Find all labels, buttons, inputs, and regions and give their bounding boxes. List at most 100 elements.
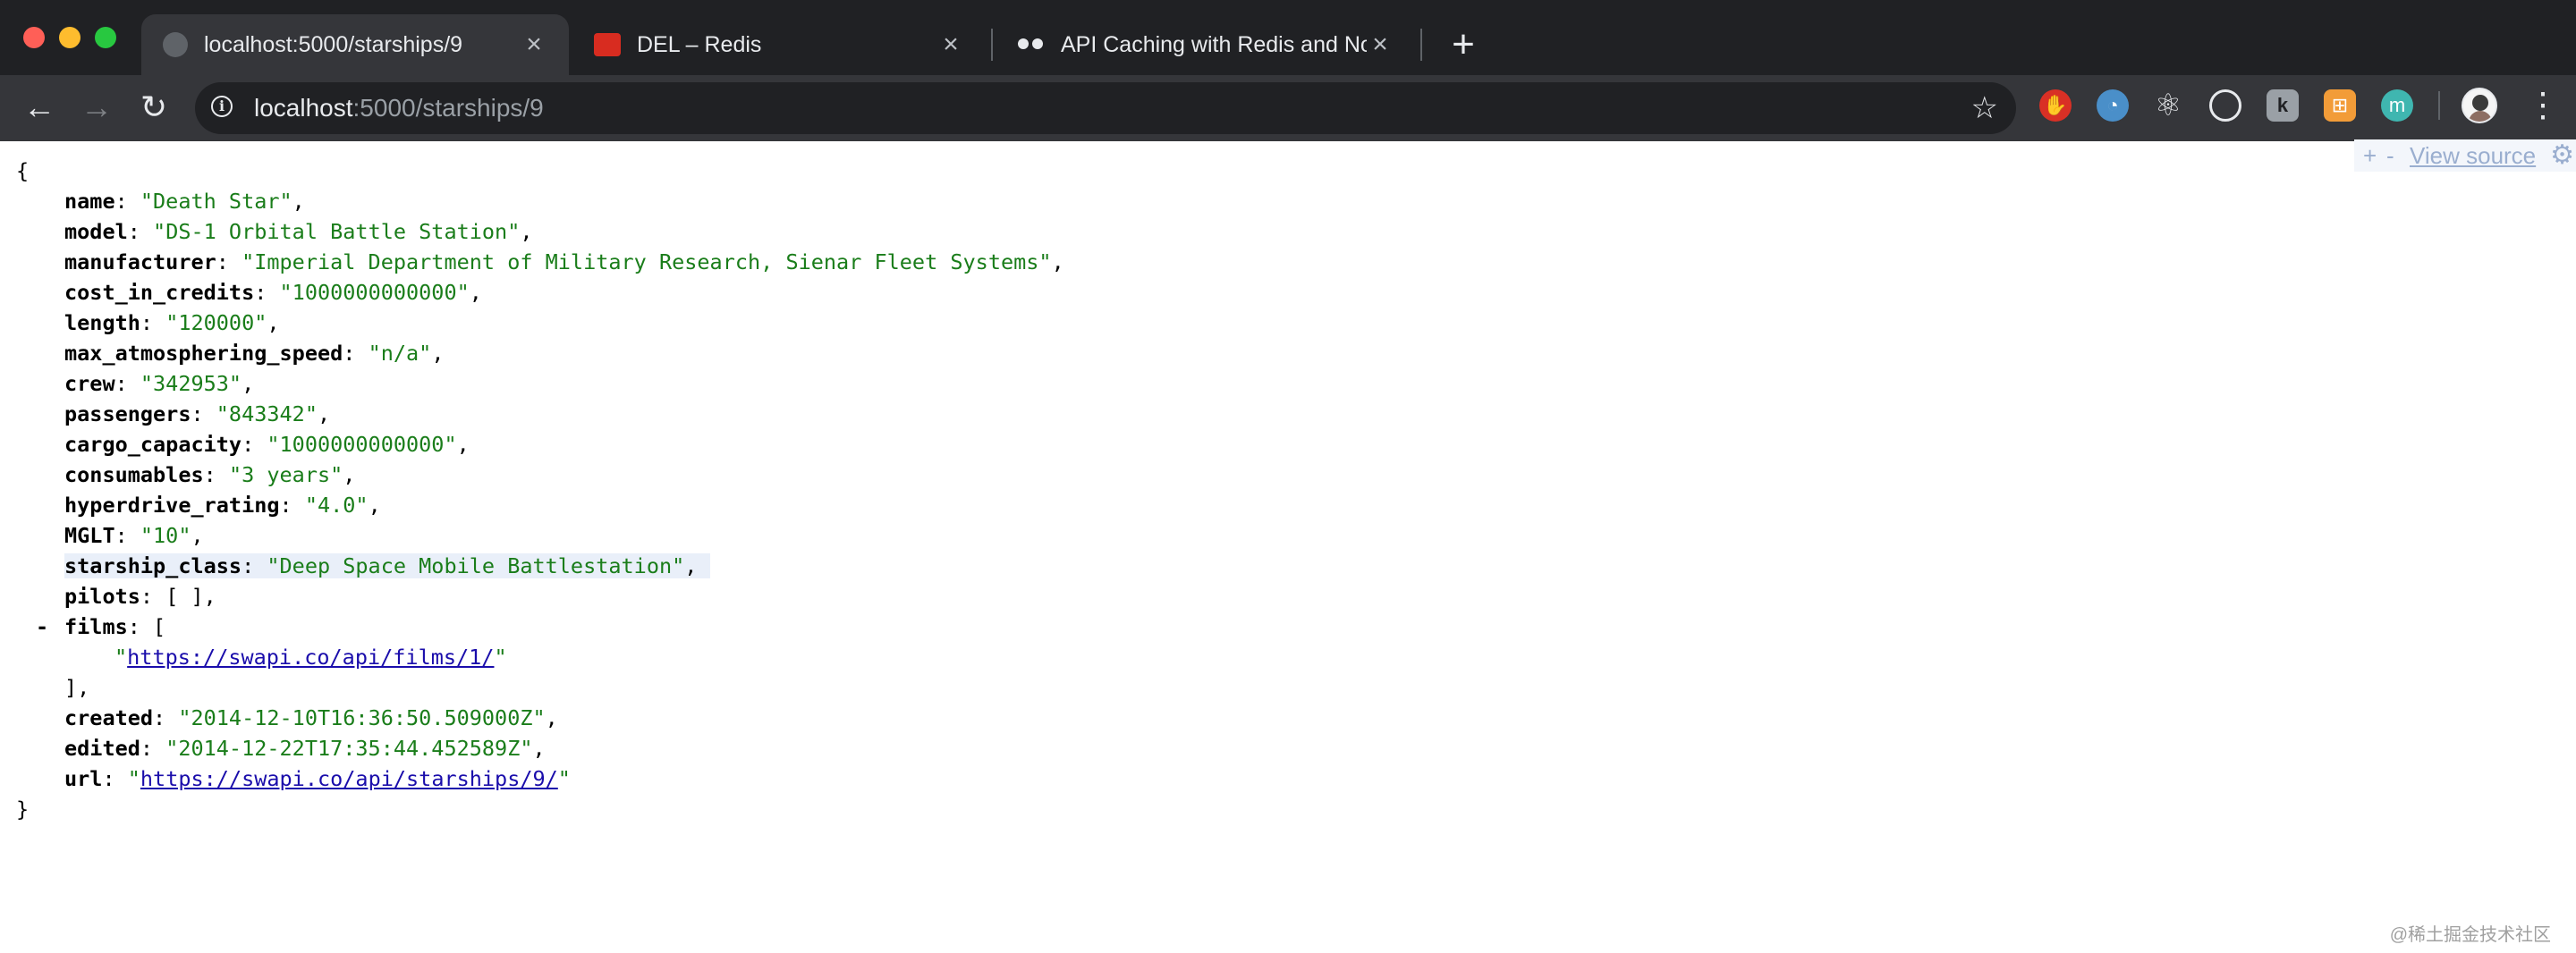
watermark: @稀土掘金技术社区 [2389,925,2551,945]
json-value: "3 years" [228,462,343,487]
json-key: edited [64,736,140,761]
hovered-row-highlight: starship_class: "Deep Space Mobile Battl… [64,553,710,578]
collapse-all-button[interactable]: - [2386,139,2394,172]
json-value: "Deep Space Mobile Battlestation" [267,553,685,578]
redis-icon [594,33,621,56]
json-value: "1000000000000" [267,432,457,457]
json-value: "Imperial Department of Military Researc… [242,249,1052,274]
close-tab-icon[interactable]: × [1367,31,1394,58]
owl-icon [1016,35,1045,55]
json-key: passengers [64,401,191,426]
json-document: { name: "Death Star", model: "DS-1 Orbit… [16,156,1064,824]
json-value: "342953" [140,371,242,396]
json-value: "DS-1 Orbital Battle Station" [153,219,521,244]
json-key: url [64,766,103,791]
tab-api-caching[interactable]: API Caching with Redis and No × [995,14,1415,75]
json-field-crew: crew: "342953", [64,371,255,396]
starship-url-link[interactable]: https://swapi.co/api/starships/9/ [140,766,558,791]
tab-title: localhost:5000/starships/9 [204,31,463,57]
json-key: films [64,614,128,639]
json-viewer-controls: + - View source ⚙ [2354,139,2576,172]
film-link[interactable]: https://swapi.co/api/films/1/ [127,645,494,670]
json-key: max_atmosphering_speed [64,341,343,366]
json-array-item: "https://swapi.co/api/films/1/" [114,645,507,670]
json-key: length [64,310,140,335]
bookmark-star-icon[interactable]: ☆ [1971,91,1998,125]
tab-del-redis[interactable]: DEL – Redis × [572,14,986,75]
toolbar-separator [2438,91,2440,120]
drop-extension-icon[interactable]: ◔ [2097,89,2129,122]
json-key: pilots [64,584,140,609]
profile-avatar[interactable] [2462,88,2497,123]
collapse-toggle[interactable]: - [36,611,48,642]
json-field-max-atmosphering-speed: max_atmosphering_speed: "n/a", [64,341,445,366]
json-key: crew [64,371,115,396]
json-key: name [64,189,115,214]
json-value: "120000" [165,310,267,335]
adblock-extension-icon[interactable]: ✋ [2039,89,2072,122]
m-extension-icon[interactable]: m [2381,89,2413,122]
json-key: cargo_capacity [64,432,242,457]
json-field-model: model: "DS-1 Orbital Battle Station", [64,219,533,244]
tab-localhost-starships[interactable]: localhost:5000/starships/9 × [141,14,569,75]
reload-button[interactable]: ↻ [132,86,175,129]
tab-separator [991,29,993,61]
json-field-length: length: "120000", [64,310,280,335]
json-key: manufacturer [64,249,216,274]
json-field-pilots: pilots: [ ], [64,584,216,609]
json-key: consumables [64,462,204,487]
json-field-hyperdrive-rating: hyperdrive_rating: "4.0", [64,493,381,518]
json-value: "1000000000000" [279,280,470,305]
k-extension-icon[interactable]: k [2267,89,2299,122]
json-value: "Death Star" [140,189,292,214]
json-field-passengers: passengers: "843342", [64,401,331,426]
ring-extension-icon[interactable] [2209,89,2241,122]
tab-separator [1420,29,1422,61]
back-button[interactable]: ← [18,86,61,129]
tab-bar: localhost:5000/starships/9 × DEL – Redis… [0,0,2576,75]
view-source-link[interactable]: View source [2410,139,2536,172]
grid-extension-icon[interactable]: ⊞ [2324,89,2356,122]
json-value: "10" [140,523,191,548]
settings-gear-icon[interactable]: ⚙ [2550,139,2574,172]
close-window-button[interactable] [23,27,45,48]
url-text[interactable]: localhost:5000/starships/9 [254,94,544,122]
toolbar: ← → ↻ i localhost:5000/starships/9 ☆ [0,75,2576,141]
json-value: "n/a" [368,341,432,366]
new-tab-button[interactable]: + [1445,21,1481,68]
browser-chrome: localhost:5000/starships/9 × DEL – Redis… [0,0,2576,141]
json-key: starship_class [64,553,242,578]
forward-button[interactable]: → [75,86,118,129]
tab-title: DEL – Redis [637,31,762,57]
address-bar[interactable]: i localhost:5000/starships/9 ☆ [195,82,2016,134]
info-icon[interactable]: i [211,96,233,117]
json-value: "2014-12-10T16:36:50.509000Z" [178,705,546,730]
close-tab-icon[interactable]: × [521,31,547,58]
json-field-url: url: "https://swapi.co/api/starships/9/" [64,766,571,791]
json-field-manufacturer: manufacturer: "Imperial Department of Mi… [64,249,1064,274]
json-array-open: [ [153,614,166,639]
json-value: "2014-12-22T17:35:44.452589Z" [165,736,533,761]
json-field-films: - films: [ [16,611,1064,642]
json-field-cost-in-credits: cost_in_credits: "1000000000000", [64,280,482,305]
tab-title: API Caching with Redis and No [1061,31,1367,57]
json-close-brace: } [16,797,30,822]
react-devtools-icon[interactable]: ⚛ [2152,89,2184,122]
json-key: created [64,705,154,730]
globe-icon [163,32,188,57]
json-value: "843342" [216,401,318,426]
json-field-starship-class: starship_class: "Deep Space Mobile Battl… [16,551,1064,581]
json-field-consumables: consumables: "3 years", [64,462,356,487]
zoom-window-button[interactable] [95,27,116,48]
json-field-mglt: MGLT: "10", [64,523,204,548]
minimize-window-button[interactable] [59,27,80,48]
json-key: hyperdrive_rating [64,493,280,518]
more-menu-icon[interactable]: ⋮ [2526,86,2560,125]
json-value: [ ] [165,584,204,609]
json-key: MGLT [64,523,115,548]
json-field-name: name: "Death Star", [64,189,305,214]
close-tab-icon[interactable]: × [937,31,964,58]
expand-all-button[interactable]: + [2363,139,2377,172]
json-value: "4.0" [304,493,369,518]
json-key: cost_in_credits [64,280,255,305]
